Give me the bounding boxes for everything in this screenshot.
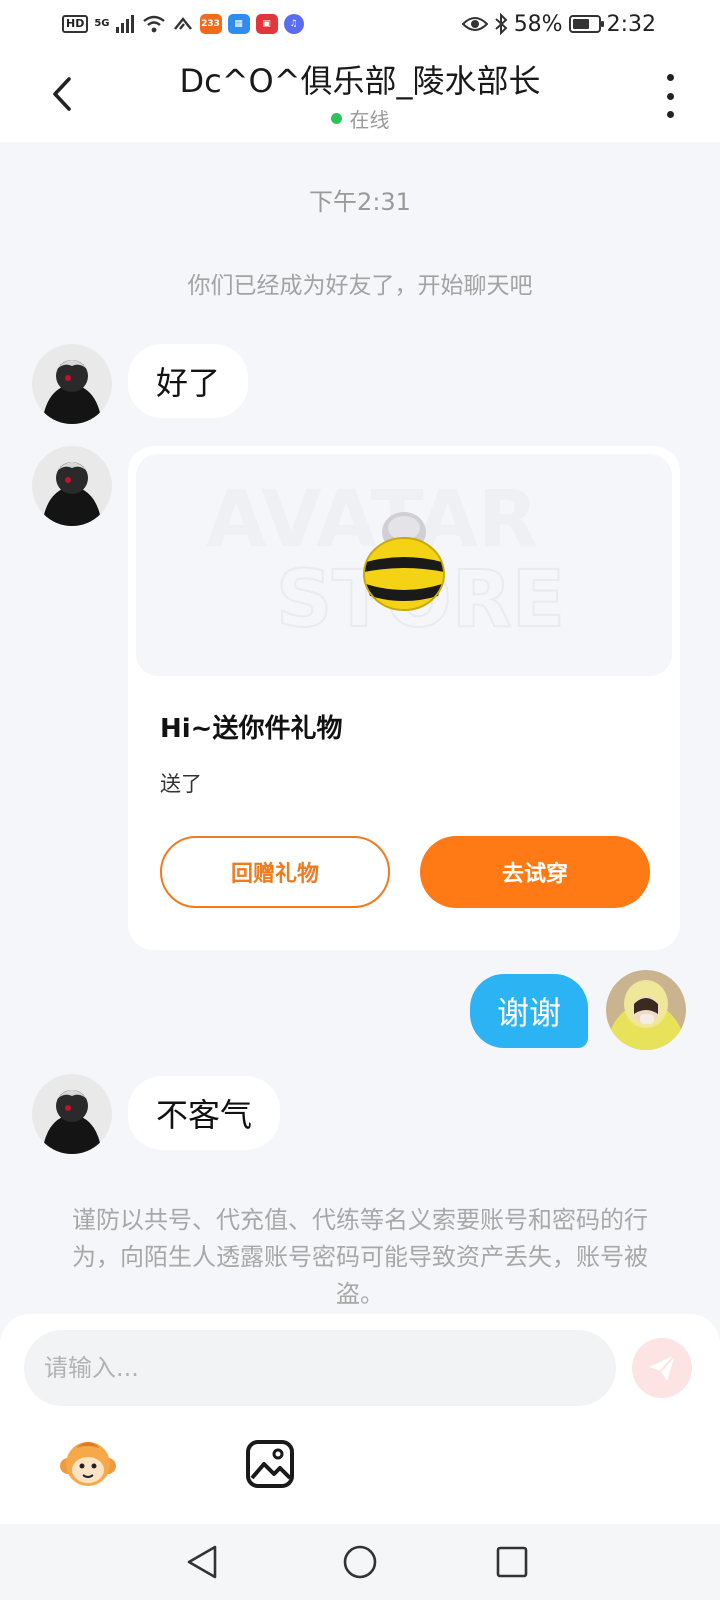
message-bubble-outgoing[interactable]: 谢谢 bbox=[470, 974, 588, 1048]
gift-title: Hi~送你件礼物 bbox=[160, 714, 343, 744]
more-dot bbox=[666, 111, 674, 118]
friend-added-note: 你们已经成为好友了，开始聊天吧 bbox=[187, 273, 533, 299]
gift-banner: AVATAR STORE bbox=[136, 454, 672, 676]
avatar-image bbox=[32, 1074, 112, 1154]
message-bubble-incoming[interactable]: 不客气 bbox=[128, 1076, 281, 1150]
my-avatar[interactable] bbox=[606, 970, 686, 1050]
send-icon bbox=[649, 1354, 676, 1381]
more-options-button[interactable] bbox=[660, 74, 680, 118]
contact-avatar[interactable] bbox=[32, 344, 112, 424]
emoji-button[interactable] bbox=[58, 1434, 118, 1494]
avatar-image bbox=[606, 970, 686, 1050]
bluetooth-icon bbox=[495, 13, 508, 35]
chat-header: Dc^O^俱乐部_陵水部长 在线 bbox=[0, 48, 720, 142]
try-on-button[interactable]: 去试穿 bbox=[420, 836, 650, 908]
hd-indicator: HD bbox=[62, 15, 89, 33]
gift-card[interactable]: AVATAR STORE Hi~送你件礼物 送了 回赠礼物 去试穿 bbox=[128, 446, 680, 950]
contact-avatar[interactable] bbox=[32, 446, 112, 526]
nav-home-button[interactable] bbox=[338, 1540, 382, 1584]
online-status-label: 在线 bbox=[349, 108, 390, 132]
status-bar-left: HD 5G 233 ▦ ▣ ♫ bbox=[62, 14, 304, 34]
wifi-icon bbox=[142, 15, 165, 33]
app-store-icon: ▦ bbox=[227, 14, 250, 34]
more-vertical-icon bbox=[666, 74, 674, 81]
security-warning: 谨防以共号、代充值、代练等名义索要账号和密码的行为，向陌生人透露账号密码可能导致… bbox=[72, 1206, 648, 1308]
more-dot bbox=[666, 92, 674, 100]
nav-recents-button[interactable] bbox=[490, 1540, 534, 1584]
message-bubble-incoming[interactable]: 好了 bbox=[128, 344, 249, 418]
contact-name: Dc^O^俱乐部_陵水部长 bbox=[179, 62, 541, 100]
avatar-image bbox=[32, 344, 112, 424]
contact-avatar[interactable] bbox=[32, 1074, 112, 1154]
nav-back-button[interactable] bbox=[180, 1540, 224, 1584]
triangle-back-icon bbox=[187, 1545, 217, 1579]
clock: 2:32 bbox=[606, 11, 656, 37]
online-dot-icon bbox=[330, 113, 342, 124]
bee-gift-icon bbox=[363, 512, 445, 611]
online-status: 在线 bbox=[0, 104, 720, 133]
status-bar-right: 58% 2:32 bbox=[461, 11, 656, 37]
app-red-icon: ▣ bbox=[255, 14, 278, 34]
system-nav-bar bbox=[0, 1524, 720, 1600]
image-icon bbox=[246, 1440, 294, 1488]
battery-percent: 58% bbox=[513, 11, 563, 37]
app-233-icon: 233 bbox=[199, 14, 222, 34]
network-type: 5G bbox=[94, 18, 110, 29]
hotspot-icon bbox=[173, 17, 192, 30]
gift-subtitle: 送了 bbox=[160, 772, 202, 796]
avatar-image bbox=[32, 446, 112, 526]
message-input[interactable] bbox=[24, 1330, 616, 1406]
message-timestamp: 下午2:31 bbox=[309, 188, 411, 216]
input-panel bbox=[0, 1314, 720, 1524]
signal-icon bbox=[115, 15, 134, 33]
status-bar: HD 5G 233 ▦ ▣ ♫ 58% 2:32 bbox=[0, 0, 720, 48]
eye-icon bbox=[461, 17, 488, 31]
image-picker-button[interactable] bbox=[244, 1438, 296, 1490]
return-gift-button[interactable]: 回赠礼物 bbox=[160, 836, 390, 908]
app-music-icon: ♫ bbox=[283, 14, 304, 34]
monkey-emoji-icon bbox=[60, 1442, 116, 1486]
circle-home-icon bbox=[343, 1545, 377, 1579]
send-button[interactable] bbox=[632, 1338, 692, 1398]
battery-icon bbox=[568, 15, 604, 33]
square-recents-icon bbox=[496, 1546, 528, 1578]
